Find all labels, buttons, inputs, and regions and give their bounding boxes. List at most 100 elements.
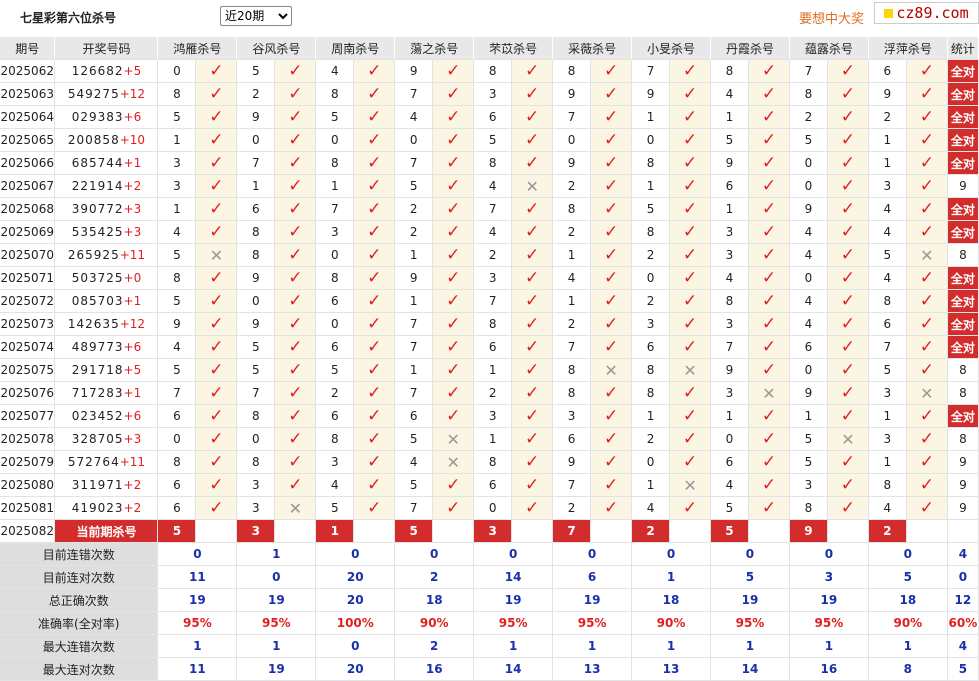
kill-value-cell: 3 bbox=[473, 82, 513, 106]
kill-value-cell: 0 bbox=[236, 427, 276, 451]
result-cell: ✓ bbox=[827, 151, 869, 175]
check-icon: ✓ bbox=[840, 199, 856, 219]
page-title: 七星彩第六位杀号 bbox=[20, 11, 117, 25]
period-cell: 2025064 bbox=[0, 105, 56, 129]
result-cell: ✓ bbox=[195, 358, 238, 382]
kill-value-cell: 3 bbox=[236, 496, 276, 520]
check-icon: ✓ bbox=[525, 199, 540, 219]
kill-value-cell: 6 bbox=[157, 404, 197, 428]
stat-cell: 全对 bbox=[947, 151, 979, 175]
check-icon: ✓ bbox=[603, 291, 619, 311]
result-cell: ✓ bbox=[669, 404, 711, 428]
kill-value-cell: 9 bbox=[710, 358, 749, 382]
check-icon: ✓ bbox=[682, 291, 698, 311]
kill-value-cell: 4 bbox=[473, 220, 513, 244]
check-icon: ✓ bbox=[446, 406, 461, 426]
draw-number-cell: 126682+5 bbox=[54, 59, 159, 83]
kill-value-cell: 3 bbox=[710, 243, 749, 267]
check-icon: ✓ bbox=[761, 130, 777, 150]
summary-value: 16 bbox=[789, 657, 869, 681]
kill-value-cell: 5 bbox=[394, 427, 434, 451]
table-row: 2025081 419023+2 6 ✓ 3 ✕ 5 ✓ 7 ✓ 0 ✓ 2 ✓ 4 ✓ 5 ✓ 8 ✓ 4 ✓ 9 bbox=[0, 496, 979, 520]
check-icon: ✓ bbox=[761, 153, 777, 173]
check-icon: ✓ bbox=[919, 199, 934, 219]
result-cell: ✓ bbox=[274, 174, 317, 198]
kill-value-cell: 4 bbox=[710, 473, 749, 497]
check-icon: ✓ bbox=[603, 130, 619, 150]
draw-digits: 265925 bbox=[67, 248, 120, 262]
kill-value-cell: 1 bbox=[157, 128, 197, 152]
check-icon: ✓ bbox=[761, 452, 777, 472]
summary-value: 95% bbox=[789, 611, 869, 635]
result-cell: ✓ bbox=[906, 335, 948, 359]
site-logo[interactable]: cz89.com bbox=[874, 2, 979, 24]
result-cell: ✓ bbox=[274, 404, 317, 428]
kill-value-cell: 5 bbox=[315, 496, 355, 520]
result-cell: ✓ bbox=[906, 82, 948, 106]
summary-value: 95% bbox=[157, 611, 238, 635]
draw-number-cell: 390772+3 bbox=[54, 197, 159, 221]
result-cell: ✓ bbox=[195, 473, 238, 497]
summary-value: 0 bbox=[394, 542, 475, 566]
draw-digits: 200858 bbox=[67, 133, 120, 147]
kill-value-cell: 8 bbox=[236, 243, 276, 267]
check-icon: ✓ bbox=[525, 291, 540, 311]
kill-value-cell: 8 bbox=[552, 358, 592, 382]
result-cell: ✓ bbox=[432, 174, 475, 198]
kill-value-cell: 0 bbox=[315, 312, 355, 336]
result-cell: ✕ bbox=[274, 496, 317, 520]
check-icon: ✓ bbox=[288, 291, 303, 311]
result-cell: ✓ bbox=[195, 496, 238, 520]
result-cell: ✓ bbox=[906, 496, 948, 520]
draw-digits: 489773 bbox=[71, 340, 124, 354]
summary-value: 1 bbox=[157, 634, 238, 658]
result-cell: ✓ bbox=[353, 105, 396, 129]
current-kill-label: 当前期杀号 bbox=[54, 519, 159, 543]
summary-row: 最大连对次数 11 19 20 16 14 13 13 14 16 8 5 bbox=[0, 657, 979, 681]
result-cell: ✓ bbox=[906, 151, 948, 175]
kill-value-cell: 4 bbox=[552, 266, 592, 290]
period-cell: 2025079 bbox=[0, 450, 56, 474]
kill-value-cell: 0 bbox=[789, 174, 828, 198]
result-cell: ✓ bbox=[590, 289, 633, 313]
check-icon: ✓ bbox=[446, 337, 461, 357]
check-icon: ✓ bbox=[919, 314, 934, 334]
summary-value: 20 bbox=[315, 657, 396, 681]
summary-value: 0 bbox=[157, 542, 238, 566]
check-icon: ✓ bbox=[288, 245, 303, 265]
stat-cell: 全对 bbox=[947, 82, 979, 106]
kill-value-cell: 0 bbox=[473, 496, 513, 520]
result-cell: ✓ bbox=[353, 128, 396, 152]
kill-value-cell: 5 bbox=[157, 243, 197, 267]
kill-value-cell: 3 bbox=[473, 266, 513, 290]
kill-value-cell: 5 bbox=[710, 496, 749, 520]
kill-value-cell: 7 bbox=[631, 59, 671, 83]
kill-value-cell: 5 bbox=[394, 174, 434, 198]
kill-value-cell: 9 bbox=[394, 59, 434, 83]
check-icon: ✓ bbox=[919, 498, 934, 518]
result-cell: ✓ bbox=[511, 450, 554, 474]
check-icon: ✓ bbox=[446, 475, 461, 495]
table-row: 2025067 221914+2 3 ✓ 1 ✓ 1 ✓ 5 ✓ 4 ✕ 2 ✓ 1 ✓ 6 ✓ 0 ✓ 3 ✓ 9 bbox=[0, 174, 979, 198]
summary-value: 18 bbox=[868, 588, 948, 612]
period-select[interactable]: 近20期 bbox=[220, 6, 292, 26]
result-cell: ✓ bbox=[669, 381, 711, 405]
draw-bonus: +1 bbox=[123, 386, 142, 400]
kill-value-cell: 7 bbox=[789, 59, 828, 83]
draw-number-cell: 142635+12 bbox=[54, 312, 159, 336]
check-icon: ✓ bbox=[761, 199, 777, 219]
summary-row: 最大连错次数 1 1 0 2 1 1 1 1 1 1 4 bbox=[0, 634, 979, 658]
period-cell: 2025073 bbox=[0, 312, 56, 336]
check-icon: ✓ bbox=[840, 130, 856, 150]
summary-value: 90% bbox=[394, 611, 475, 635]
result-cell: ✕ bbox=[195, 243, 238, 267]
summary-value: 0 bbox=[631, 542, 711, 566]
kill-value-cell: 2 bbox=[552, 496, 592, 520]
cross-icon: ✕ bbox=[446, 429, 460, 449]
result-cell: ✕ bbox=[827, 427, 869, 451]
draw-number-cell: 572764+11 bbox=[54, 450, 159, 474]
check-icon: ✓ bbox=[209, 498, 224, 518]
kill-value-cell: 8 bbox=[868, 473, 907, 497]
result-cell: ✓ bbox=[511, 404, 554, 428]
kill-value-cell: 9 bbox=[868, 82, 907, 106]
